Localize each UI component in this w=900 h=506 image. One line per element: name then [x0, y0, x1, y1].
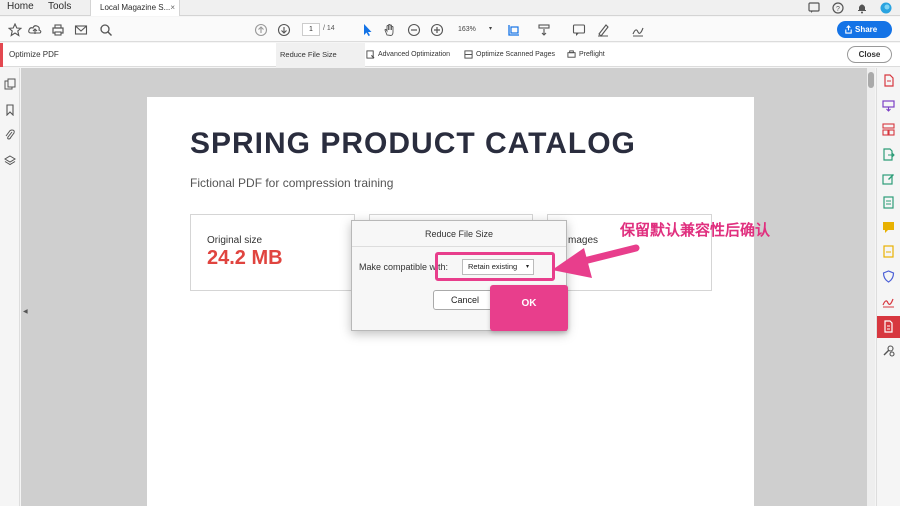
- search-icon[interactable]: [99, 23, 113, 37]
- vertical-scrollbar[interactable]: [867, 68, 875, 506]
- protect-shield-icon[interactable]: [882, 270, 895, 283]
- advanced-optimization-icon: [366, 50, 375, 59]
- original-size-value: 24.2 MB: [207, 247, 283, 269]
- organize-pages-icon[interactable]: [882, 123, 895, 136]
- original-size-card: Original size 24.2 MB: [190, 214, 355, 291]
- zoom-value: 163%: [458, 26, 476, 33]
- combine-files-icon[interactable]: [882, 99, 895, 112]
- fill-sign-icon[interactable]: [882, 245, 895, 258]
- tab-optimize-scanned-pages[interactable]: Optimize Scanned Pages: [464, 43, 555, 67]
- chat-icon[interactable]: [808, 2, 820, 14]
- scroll-mode-icon[interactable]: [537, 23, 551, 37]
- print-icon[interactable]: [51, 23, 65, 37]
- request-signature-icon[interactable]: [882, 295, 895, 308]
- tab-close-icon[interactable]: ×: [170, 0, 175, 15]
- dialog-title: Reduce File Size: [352, 221, 566, 247]
- page-number-input[interactable]: 1: [302, 23, 320, 36]
- ok-button[interactable]: OK: [490, 285, 568, 331]
- document-subtitle: Fictional PDF for compression training: [190, 176, 394, 190]
- optimize-pdf-icon: [884, 320, 893, 333]
- share-label: Share: [855, 25, 878, 34]
- page-total: / 14: [323, 25, 335, 32]
- page-down-icon[interactable]: [277, 23, 291, 37]
- collapse-panel-icon[interactable]: ◀: [23, 308, 28, 315]
- scan-ocr-icon[interactable]: [882, 196, 895, 209]
- tab-home[interactable]: Home: [7, 0, 34, 16]
- select-cursor-icon[interactable]: [360, 23, 374, 37]
- active-tool-indicator: [0, 43, 3, 67]
- tab-advanced-optimization[interactable]: Advanced Optimization: [366, 43, 450, 67]
- bell-icon[interactable]: [856, 2, 868, 14]
- create-pdf-icon[interactable]: [882, 74, 895, 87]
- tab-optimize-scanned-pages-label: Optimize Scanned Pages: [476, 51, 555, 58]
- left-navigation-rail: [0, 68, 20, 506]
- cloud-upload-icon[interactable]: [28, 23, 42, 37]
- svg-text:?: ?: [836, 6, 840, 13]
- layers-icon[interactable]: [4, 155, 16, 167]
- tab-document[interactable]: Local Magazine S... ×: [90, 0, 180, 16]
- tab-reduce-file-size[interactable]: Reduce File Size: [276, 43, 365, 71]
- bookmark-star-icon[interactable]: [8, 23, 22, 37]
- annotation-highlight-box: [435, 252, 555, 281]
- annotation-arrow-icon: [552, 244, 640, 278]
- edit-pdf-icon[interactable]: [882, 172, 895, 185]
- share-icon: [845, 25, 852, 34]
- main-toolbar: 1 / 14 163% ▾: [0, 17, 900, 42]
- share-button[interactable]: Share: [837, 21, 892, 38]
- tab-advanced-optimization-label: Advanced Optimization: [378, 51, 450, 58]
- export-pdf-icon[interactable]: [882, 148, 895, 161]
- scrollbar-thumb[interactable]: [868, 72, 874, 88]
- scanned-pages-icon: [464, 50, 473, 59]
- zoom-dropdown[interactable]: 163% ▾: [452, 23, 496, 36]
- comment-icon[interactable]: [572, 23, 586, 37]
- optimize-pdf-bar: Optimize PDF Reduce File Size Advanced O…: [0, 43, 900, 71]
- help-icon[interactable]: ?: [832, 2, 844, 14]
- page-up-icon[interactable]: [254, 23, 268, 37]
- annotation-instruction: 保留默认兼容性后确认: [620, 221, 771, 239]
- close-button[interactable]: Close: [847, 46, 892, 63]
- right-tools-rail: [876, 68, 900, 506]
- optimize-pdf-title: Optimize PDF: [9, 50, 59, 59]
- avatar[interactable]: [880, 2, 892, 14]
- preflight-icon: [567, 50, 576, 58]
- cancel-button[interactable]: Cancel: [433, 290, 497, 310]
- attachments-icon[interactable]: [4, 129, 16, 141]
- page-thumbnails-icon[interactable]: [4, 78, 16, 90]
- fit-page-icon[interactable]: [507, 23, 521, 37]
- optimize-pdf-tool-active[interactable]: [877, 316, 900, 338]
- tab-preflight[interactable]: Preflight: [567, 43, 605, 67]
- sign-icon[interactable]: [631, 23, 645, 37]
- more-tools-icon[interactable]: [882, 344, 895, 357]
- bookmarks-icon[interactable]: [4, 104, 16, 116]
- document-title: SPRING PRODUCT CATALOG: [190, 127, 636, 160]
- zoom-out-icon[interactable]: [407, 23, 421, 37]
- tab-tools[interactable]: Tools: [48, 0, 71, 16]
- original-size-label: Original size: [207, 235, 263, 246]
- zoom-in-icon[interactable]: [430, 23, 444, 37]
- tab-reduce-file-size-label: Reduce File Size: [280, 50, 337, 59]
- email-icon[interactable]: [74, 23, 88, 37]
- app-tab-bar: Home Tools Local Magazine S... × ?: [0, 0, 900, 16]
- hand-tool-icon[interactable]: [383, 23, 397, 37]
- chevron-down-icon: ▾: [488, 26, 492, 32]
- tab-preflight-label: Preflight: [579, 51, 605, 58]
- comment-tool-icon[interactable]: [882, 221, 895, 234]
- highlight-pen-icon[interactable]: [596, 23, 610, 37]
- tab-document-label: Local Magazine S...: [100, 3, 171, 12]
